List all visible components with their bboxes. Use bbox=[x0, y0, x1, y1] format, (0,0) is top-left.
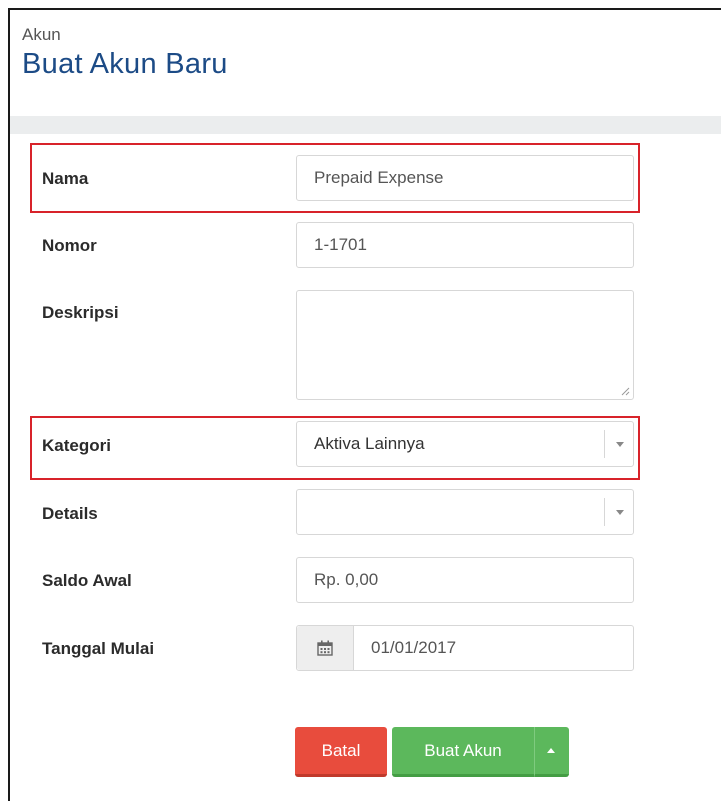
tanggal-mulai-label: Tanggal Mulai bbox=[42, 639, 155, 658]
nama-input[interactable]: Prepaid Expense bbox=[296, 155, 634, 201]
deskripsi-label: Deskripsi bbox=[42, 303, 119, 322]
tanggal-mulai-field[interactable]: 01/01/2017 bbox=[296, 625, 634, 671]
breadcrumb[interactable]: Akun bbox=[22, 25, 228, 45]
date-addon[interactable] bbox=[297, 626, 354, 670]
chevron-down-icon[interactable] bbox=[616, 442, 624, 447]
details-select[interactable] bbox=[296, 489, 634, 535]
kategori-select[interactable]: Aktiva Lainnya bbox=[296, 421, 634, 467]
kategori-value: Aktiva Lainnya bbox=[314, 434, 425, 453]
caret-up-icon bbox=[547, 748, 555, 753]
details-label: Details bbox=[42, 504, 98, 523]
create-account-button[interactable]: Buat Akun bbox=[392, 727, 534, 777]
chevron-down-icon[interactable] bbox=[616, 510, 624, 515]
page-header: Akun Buat Akun Baru bbox=[22, 25, 228, 81]
nomor-input[interactable]: 1-1701 bbox=[296, 222, 634, 268]
cancel-button[interactable]: Batal bbox=[295, 727, 387, 777]
kategori-label: Kategori bbox=[42, 436, 111, 455]
nomor-label: Nomor bbox=[42, 236, 97, 255]
tanggal-mulai-value[interactable]: 01/01/2017 bbox=[371, 626, 456, 670]
details-select-divider bbox=[604, 498, 605, 526]
resize-grip-icon[interactable] bbox=[621, 387, 630, 396]
page-title: Buat Akun Baru bbox=[22, 48, 228, 80]
kategori-select-divider bbox=[604, 430, 605, 458]
saldo-awal-input[interactable]: Rp. 0,00 bbox=[296, 557, 634, 603]
create-account-menu-toggle[interactable] bbox=[534, 727, 569, 777]
nama-label: Nama bbox=[42, 169, 89, 188]
saldo-awal-label: Saldo Awal bbox=[42, 571, 132, 590]
deskripsi-textarea[interactable] bbox=[296, 290, 634, 400]
section-divider bbox=[10, 116, 721, 134]
calendar-icon bbox=[317, 640, 333, 656]
